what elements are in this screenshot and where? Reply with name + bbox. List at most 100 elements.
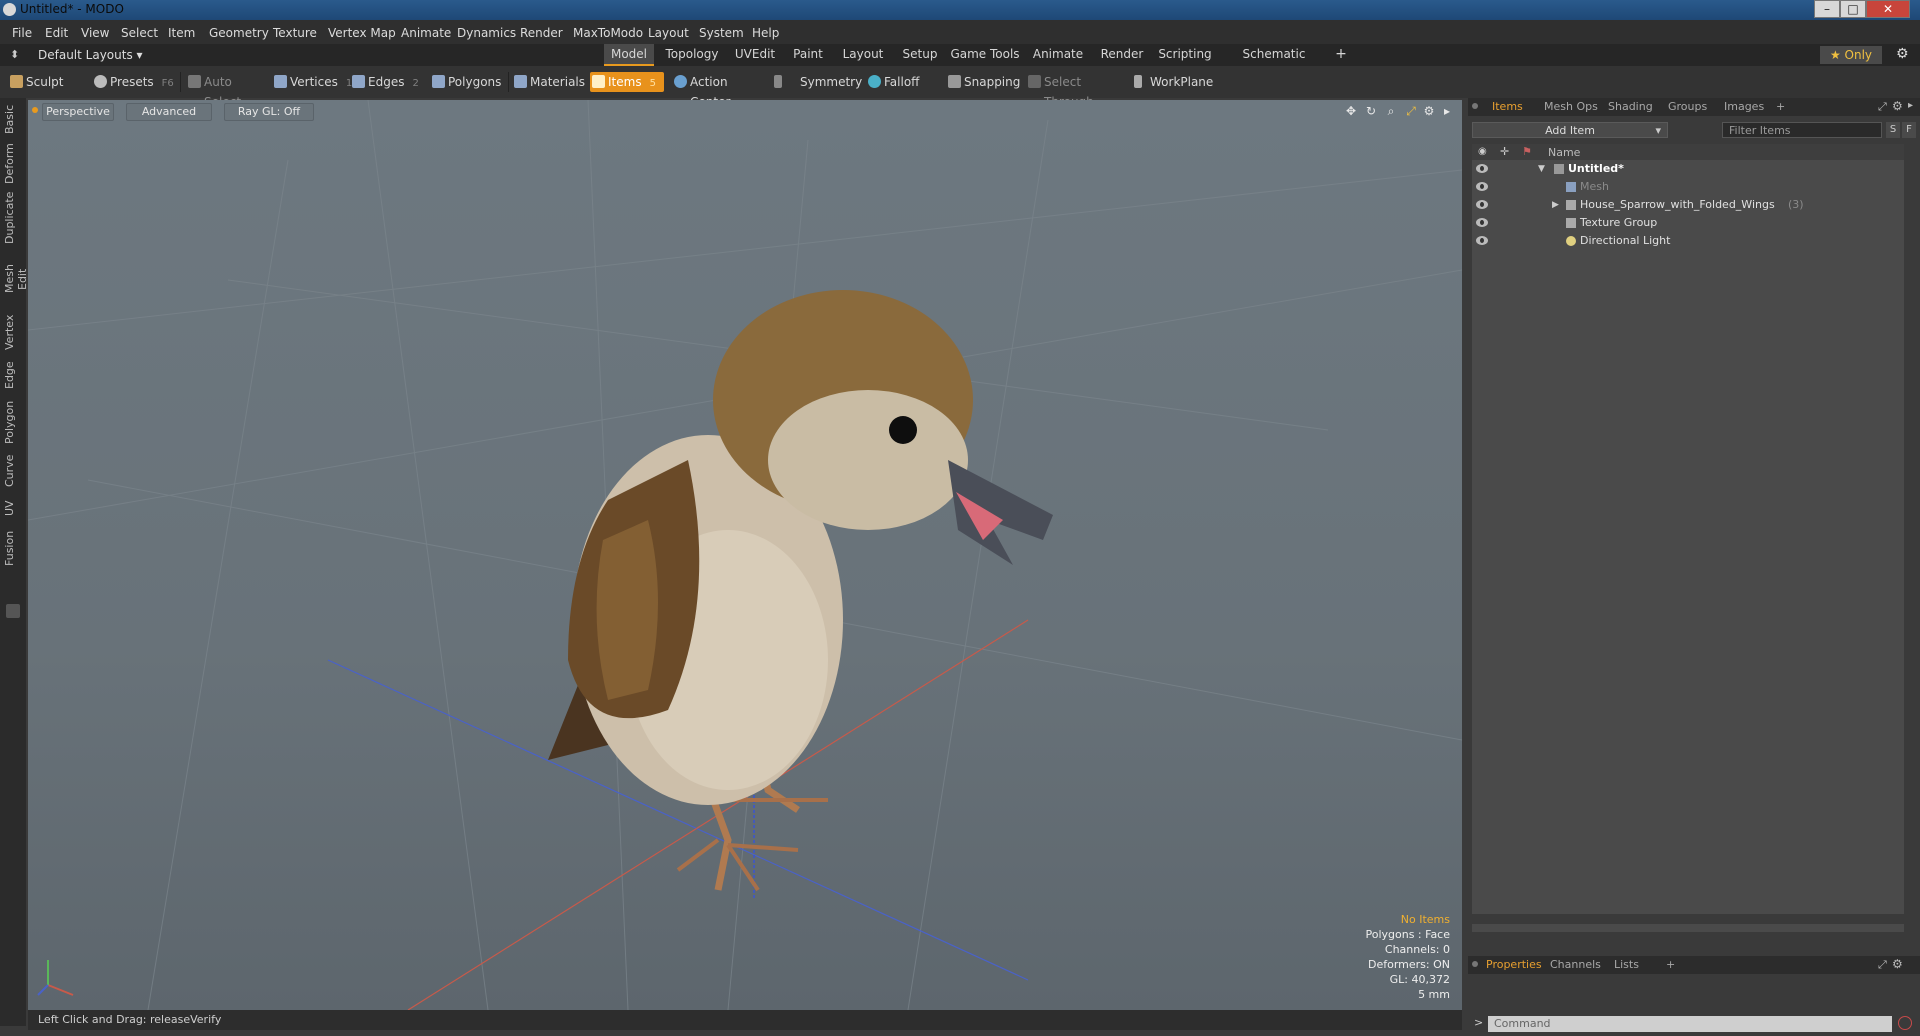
list-item[interactable]: Mesh [1472,178,1904,196]
tab-polygon[interactable]: Polygon [3,400,23,444]
tab-basic[interactable]: Basic [3,104,23,134]
tab-game-tools[interactable]: Game Tools [950,44,1020,64]
tab-edge[interactable]: Edge [3,360,23,390]
edges-button[interactable]: Edges 2 [350,72,426,92]
command-input[interactable]: Command [1488,1016,1892,1032]
default-layouts-dropdown[interactable]: Default Layouts ▾ [38,48,143,62]
tab-animate[interactable]: Animate [1026,44,1090,64]
tab-mesh-edit[interactable]: Mesh Edit [3,254,29,304]
symmetry-button[interactable]: Symmetry [772,72,862,92]
command-history-icon[interactable] [1898,1016,1912,1030]
tab-vertex[interactable]: Vertex [3,314,23,350]
filter-s-button[interactable]: S [1886,122,1900,138]
tab-layout[interactable]: Layout [836,44,890,64]
gear-icon[interactable]: ⚙ [1892,99,1903,113]
gear-icon[interactable]: ⚙ [1892,957,1903,971]
tab-render[interactable]: Render [1096,44,1148,64]
add-tab-button[interactable]: + [1332,44,1350,64]
falloff-button[interactable]: Falloff [866,72,936,92]
tab-uvedit[interactable]: UVEdit [730,44,780,64]
minimize-button[interactable]: – [1814,0,1840,18]
sculpt-button[interactable]: Sculpt [8,72,88,92]
workplane-button[interactable]: WorkPlane [1132,72,1216,92]
presets-button[interactable]: Presets F6 [92,72,176,92]
zoom-view-icon[interactable]: ⌕ [1384,104,1398,118]
menu-system[interactable]: System [699,26,744,40]
expand-icon[interactable]: ⤢ [1878,958,1887,972]
menu-dynamics[interactable]: Dynamics [457,26,516,40]
tab-items[interactable]: Items [1492,100,1523,113]
eye-icon[interactable] [1476,200,1488,209]
menu-render[interactable]: Render [520,26,563,40]
tab-images[interactable]: Images [1724,100,1764,113]
menu-geometry[interactable]: Geometry [209,26,269,40]
select-through-button[interactable]: Select Through [1026,72,1122,109]
polygons-button[interactable]: Polygons [430,72,504,92]
tab-paint[interactable]: Paint [786,44,830,64]
snapping-button[interactable]: Snapping [946,72,1026,92]
collapse-arrow-icon[interactable]: ▼ [1538,160,1545,178]
filter-f-button[interactable]: F [1902,122,1916,138]
rotate-view-icon[interactable]: ↻ [1364,104,1378,118]
eye-icon[interactable] [1476,164,1488,173]
tab-mesh-ops[interactable]: Mesh Ops [1544,100,1598,113]
filter-items-input[interactable]: Filter Items [1722,122,1882,138]
add-panel-tab-button[interactable]: + [1666,958,1675,971]
menu-layout[interactable]: Layout [648,26,689,40]
tab-model[interactable]: Model [604,44,654,66]
menu-item[interactable]: Item [168,26,195,40]
viewport-expand-icon[interactable]: ▸ [1440,104,1454,118]
tab-deform[interactable]: Deform [3,143,23,184]
menu-animate[interactable]: Animate [401,26,451,40]
gear-icon[interactable]: ⚙ [1896,46,1909,62]
menu-vertex-map[interactable]: Vertex Map [328,26,396,40]
list-item[interactable]: ▼ Untitled* [1472,160,1904,178]
tab-fusion[interactable]: Fusion [3,528,23,568]
tab-curve[interactable]: Curve [3,454,23,488]
name-column-header[interactable]: Name [1548,146,1580,159]
tab-scripting[interactable]: Scripting [1154,44,1216,64]
eye-icon[interactable] [1476,218,1488,227]
auto-select-button[interactable]: Auto Select [186,72,268,109]
materials-button[interactable]: Materials [512,72,585,92]
menu-texture[interactable]: Texture [273,26,317,40]
menu-edit[interactable]: Edit [45,26,68,40]
items-button[interactable]: Items 5 [590,72,664,92]
layout-toggle-icon[interactable]: ⬍ [10,48,19,61]
tab-properties[interactable]: Properties [1486,958,1542,971]
maximize-button[interactable]: □ [1840,0,1866,18]
maximize-view-icon[interactable]: ⤢ [1404,104,1418,118]
viewport-settings-icon[interactable]: ⚙ [1422,104,1436,118]
expand-arrow-icon[interactable]: ▶ [1552,196,1559,214]
list-item[interactable]: Directional Light [1472,232,1904,250]
menu-maxtomodo[interactable]: MaxToModo [573,26,643,40]
viewport-menu-icon[interactable] [32,107,38,113]
tab-channels[interactable]: Channels [1550,958,1601,971]
tab-setup[interactable]: Setup [896,44,944,64]
tab-schematic-fusion[interactable]: Schematic Fusion [1222,44,1326,81]
eye-icon[interactable] [1476,182,1488,191]
panel-arrow-icon[interactable]: ▸ [1908,100,1913,111]
eye-icon[interactable] [1476,236,1488,245]
action-center-button[interactable]: Action Center [672,72,762,109]
add-item-dropdown[interactable]: Add Item ▾ [1472,122,1668,138]
menu-view[interactable]: View [81,26,109,40]
tab-duplicate[interactable]: Duplicate [3,192,23,244]
menu-help[interactable]: Help [752,26,779,40]
tab-lists[interactable]: Lists [1614,958,1639,971]
close-button[interactable]: ✕ [1866,0,1910,18]
raygl-dropdown[interactable]: Ray GL: Off [224,103,314,121]
menu-select[interactable]: Select [121,26,158,40]
expand-icon[interactable]: ⤢ [1878,100,1887,114]
tab-topology[interactable]: Topology [660,44,724,64]
sparrow-model[interactable] [548,290,1053,892]
move-view-icon[interactable]: ✥ [1344,104,1358,118]
list-item[interactable]: ▶ House_Sparrow_with_Folded_Wings (3) [1472,196,1904,214]
tab-uv[interactable]: UV [3,498,23,518]
tab-groups[interactable]: Groups [1668,100,1707,113]
list-item[interactable]: Texture Group [1472,214,1904,232]
vertices-button[interactable]: Vertices 1 [272,72,352,92]
list-scrollbar[interactable] [1472,914,1904,924]
tab-shading[interactable]: Shading [1608,100,1653,113]
menu-file[interactable]: File [12,26,32,40]
